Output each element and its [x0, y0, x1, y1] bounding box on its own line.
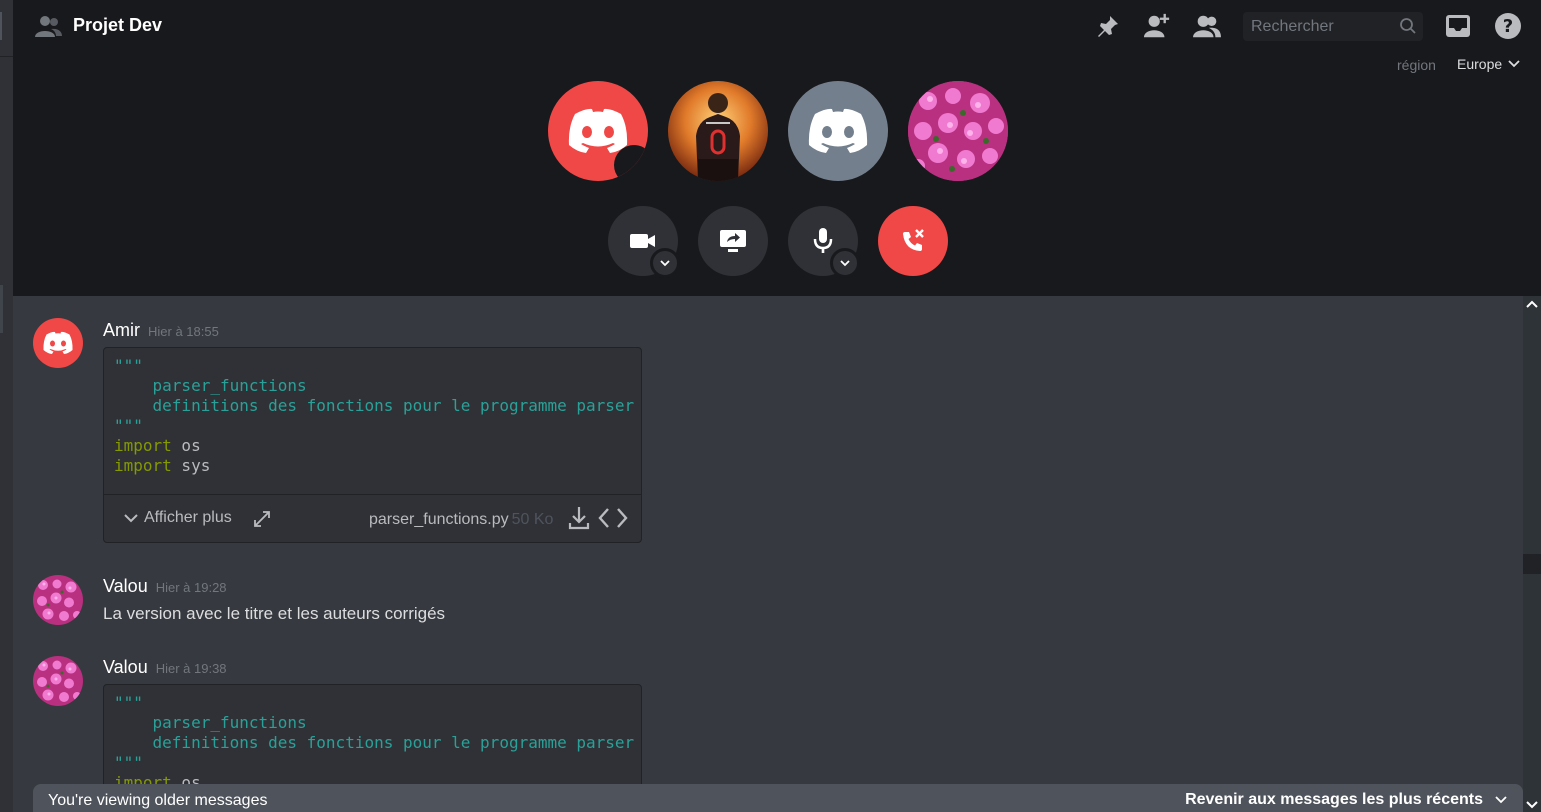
participant-avatar-amir[interactable] — [548, 81, 648, 181]
message-author[interactable]: Amir Hier à 18:55 — [103, 320, 219, 341]
sidebar-divider — [0, 56, 13, 57]
message-timestamp: Hier à 19:38 — [155, 661, 227, 676]
file-name[interactable]: parser_functions.py — [369, 511, 509, 528]
code-attachment: """ parser_functions definitions des fon… — [103, 347, 642, 543]
code-line: import os — [114, 436, 201, 455]
microphone-icon — [813, 228, 833, 253]
page-title: Projet Dev — [73, 15, 163, 35]
microphone-options-button[interactable] — [830, 248, 860, 278]
discord-logo-icon — [43, 331, 73, 354]
basketball-player-avatar — [668, 81, 768, 181]
flowers-avatar — [908, 81, 1008, 181]
code-line: """ — [114, 416, 143, 435]
message-author[interactable]: Valou Hier à 19:38 — [103, 657, 227, 678]
server-sidebar-edge — [0, 0, 13, 812]
members-icon[interactable] — [1193, 12, 1221, 40]
chevron-down-icon[interactable] — [1526, 801, 1538, 809]
code-line: """ — [114, 356, 143, 375]
author-name[interactable]: Amir — [103, 320, 140, 340]
avatar[interactable] — [33, 656, 83, 706]
region-value: Europe — [1457, 56, 1503, 72]
message-timestamp: Hier à 19:28 — [155, 580, 227, 595]
flowers-avatar — [33, 575, 83, 625]
hang-up-icon — [903, 229, 924, 251]
download-icon[interactable] — [568, 505, 590, 531]
disconnect-button[interactable] — [878, 206, 948, 276]
chevron-up-icon[interactable] — [1526, 300, 1538, 308]
search-box[interactable] — [1243, 12, 1423, 41]
author-name[interactable]: Valou — [103, 657, 148, 677]
chat-scrollbar[interactable] — [1523, 296, 1541, 812]
discord-logo-icon — [568, 108, 648, 181]
channel-header: Projet Dev ? région Europe — [13, 0, 1541, 73]
add-friend-icon[interactable] — [1143, 12, 1171, 40]
screen-share-icon — [720, 230, 746, 252]
screen-share-button[interactable] — [698, 206, 768, 276]
avatar[interactable] — [33, 575, 83, 625]
chevron-down-icon — [840, 259, 850, 266]
sidebar-scroll-indicator — [0, 285, 3, 333]
attachment-filename[interactable]: parser_functions.py 50 Ko — [369, 511, 553, 529]
author-name[interactable]: Valou — [103, 576, 148, 596]
message-list[interactable]: Amir Hier à 18:55 """ parser_functions de… — [13, 296, 1523, 812]
show-more-label: Afficher plus — [144, 509, 232, 526]
jump-to-present-label: Revenir aux messages les plus récents — [1185, 791, 1483, 808]
chevron-down-icon — [1495, 796, 1507, 804]
code-line: """ — [114, 693, 143, 712]
people-icon — [35, 16, 62, 37]
voice-call-area: Projet Dev ? région Europe — [13, 0, 1541, 296]
code-line: definitions des fonctions pour le progra… — [114, 396, 635, 415]
pin-icon[interactable] — [1094, 12, 1122, 40]
code-line: import sys — [114, 456, 211, 475]
show-more-button[interactable]: Afficher plus — [124, 509, 232, 527]
code-content: """ parser_functions definitions des fon… — [104, 348, 641, 482]
camera-options-button[interactable] — [650, 248, 680, 278]
search-icon — [1400, 18, 1416, 34]
older-messages-notice: You're viewing older messages — [48, 792, 268, 809]
message-author[interactable]: Valou Hier à 19:28 — [103, 576, 227, 597]
flowers-avatar — [33, 656, 83, 706]
code-view-icon[interactable] — [598, 505, 628, 531]
chevron-down-icon — [124, 513, 138, 522]
message-content: La version avec le titre et les auteurs … — [103, 604, 446, 623]
chevron-down-icon — [1508, 60, 1520, 68]
help-icon[interactable]: ? — [1494, 12, 1522, 40]
search-input[interactable] — [1243, 12, 1393, 41]
older-messages-bar: You're viewing older messages Revenir au… — [33, 784, 1523, 812]
code-line: parser_functions — [114, 713, 307, 732]
camera-icon — [630, 234, 655, 248]
sidebar-edge-indicator — [0, 12, 2, 40]
avatar[interactable] — [33, 318, 83, 368]
code-content: """ parser_functions definitions des fon… — [104, 685, 641, 799]
jump-to-present-button[interactable]: Revenir aux messages les plus récents — [1185, 791, 1507, 809]
discord-logo-icon — [808, 108, 868, 153]
region-dropdown[interactable]: Europe — [1457, 56, 1520, 72]
discord-window: Projet Dev ? région Europe — [0, 0, 1541, 812]
participant-avatar-valou[interactable] — [908, 81, 1008, 181]
message-timestamp: Hier à 18:55 — [148, 324, 219, 339]
participant-avatar-discord[interactable] — [788, 81, 888, 181]
svg-text:?: ? — [1503, 16, 1513, 37]
chevron-down-icon — [660, 259, 670, 266]
code-line: definitions des fonctions pour le progra… — [114, 733, 635, 752]
participant-avatar-lillard[interactable] — [668, 81, 768, 181]
scrollbar-thumb[interactable] — [1523, 554, 1541, 574]
code-line: """ — [114, 753, 143, 772]
expand-icon[interactable] — [252, 509, 272, 529]
camera-button[interactable] — [608, 206, 680, 278]
attachment-footer: Afficher plus parser_functions.py 50 Ko — [104, 494, 641, 542]
region-label: région — [1397, 57, 1436, 73]
microphone-button[interactable] — [788, 206, 860, 278]
code-line: parser_functions — [114, 376, 307, 395]
file-size: 50 Ko — [511, 511, 554, 528]
inbox-icon[interactable] — [1444, 12, 1472, 40]
